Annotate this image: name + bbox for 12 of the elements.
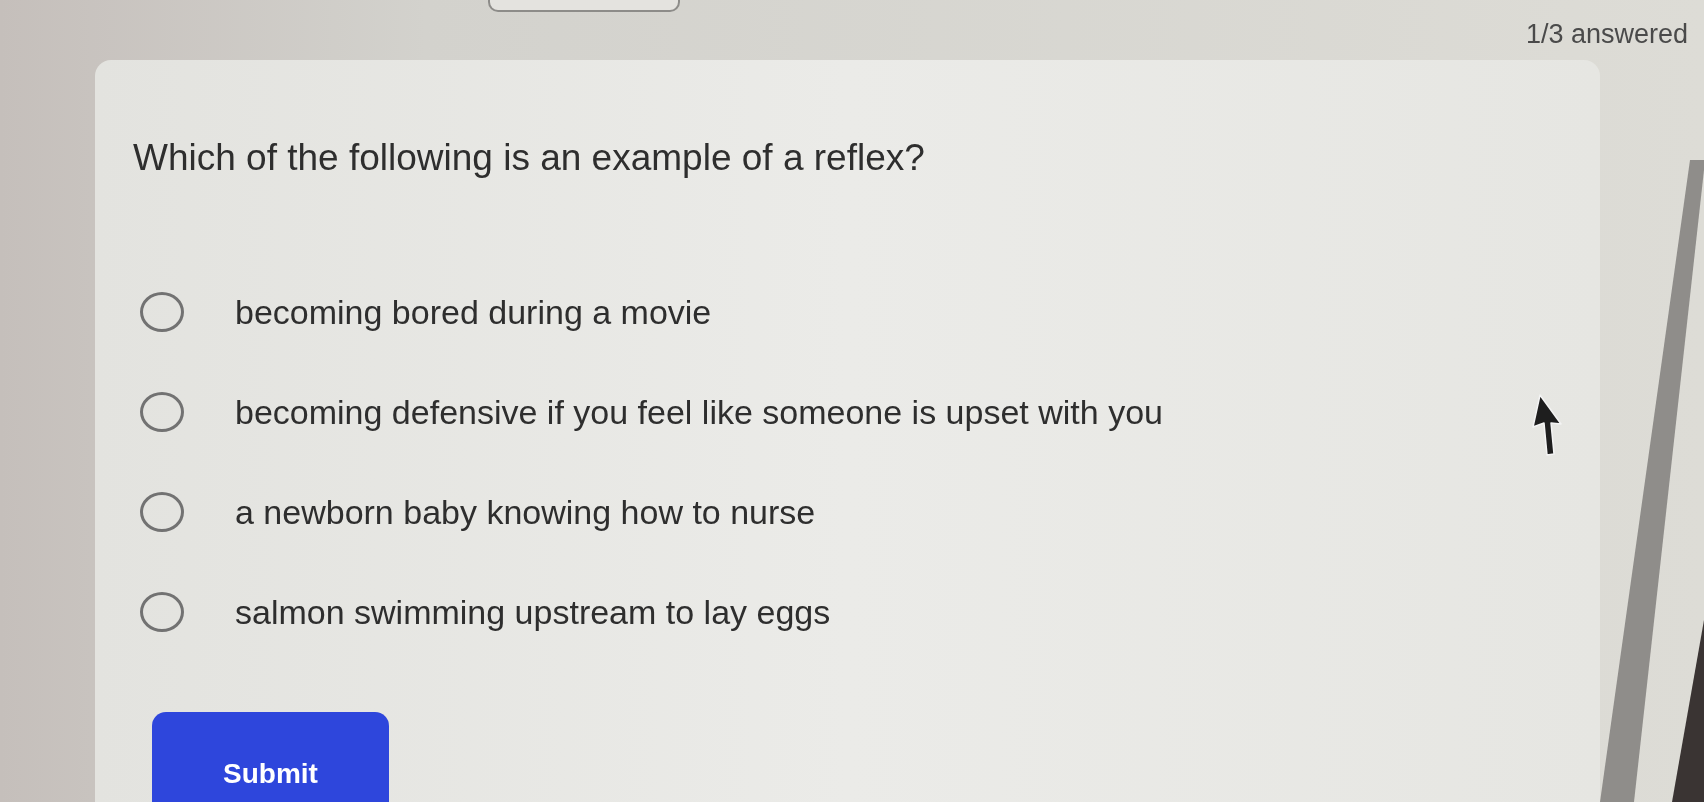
- radio-button[interactable]: [140, 292, 184, 332]
- option-label[interactable]: becoming bored during a movie: [235, 292, 712, 332]
- radio-button[interactable]: [140, 392, 184, 432]
- submit-button[interactable]: Submit: [152, 712, 389, 802]
- cursor-icon: [1532, 394, 1562, 456]
- option-label[interactable]: salmon swimming upstream to lay eggs: [235, 592, 831, 632]
- radio-button[interactable]: [140, 592, 184, 632]
- question-text: Which of the following is an example of a reflex?: [133, 136, 925, 180]
- option-label[interactable]: a newborn baby knowing how to nurse: [235, 492, 816, 532]
- progress-text: 1/3 answered: [1525, 18, 1688, 50]
- option-label[interactable]: becoming defensive if you feel like someone is upset with you: [235, 392, 1163, 432]
- radio-button[interactable]: [140, 492, 184, 532]
